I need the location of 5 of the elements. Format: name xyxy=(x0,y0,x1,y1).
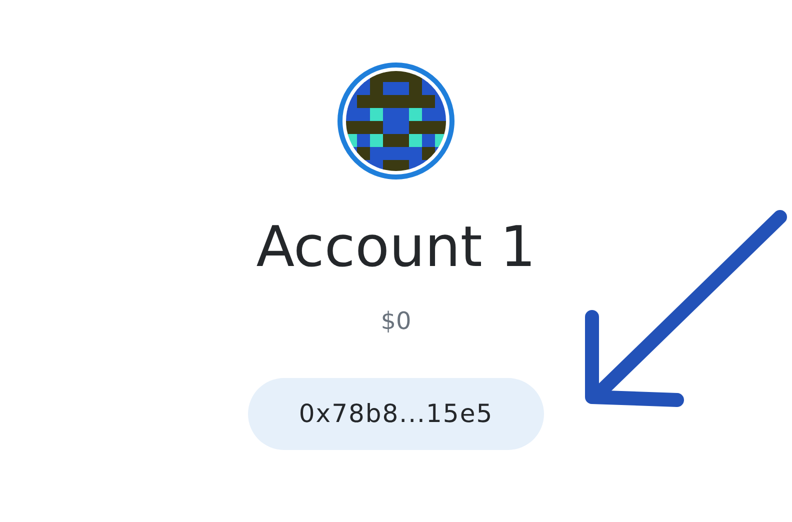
address-button[interactable]: 0x78b8...15e5 xyxy=(248,378,544,450)
arrow-icon xyxy=(585,210,787,407)
avatar-icon xyxy=(337,62,455,180)
account-balance: $0 xyxy=(380,307,412,336)
account-name: Account 1 xyxy=(256,214,536,282)
